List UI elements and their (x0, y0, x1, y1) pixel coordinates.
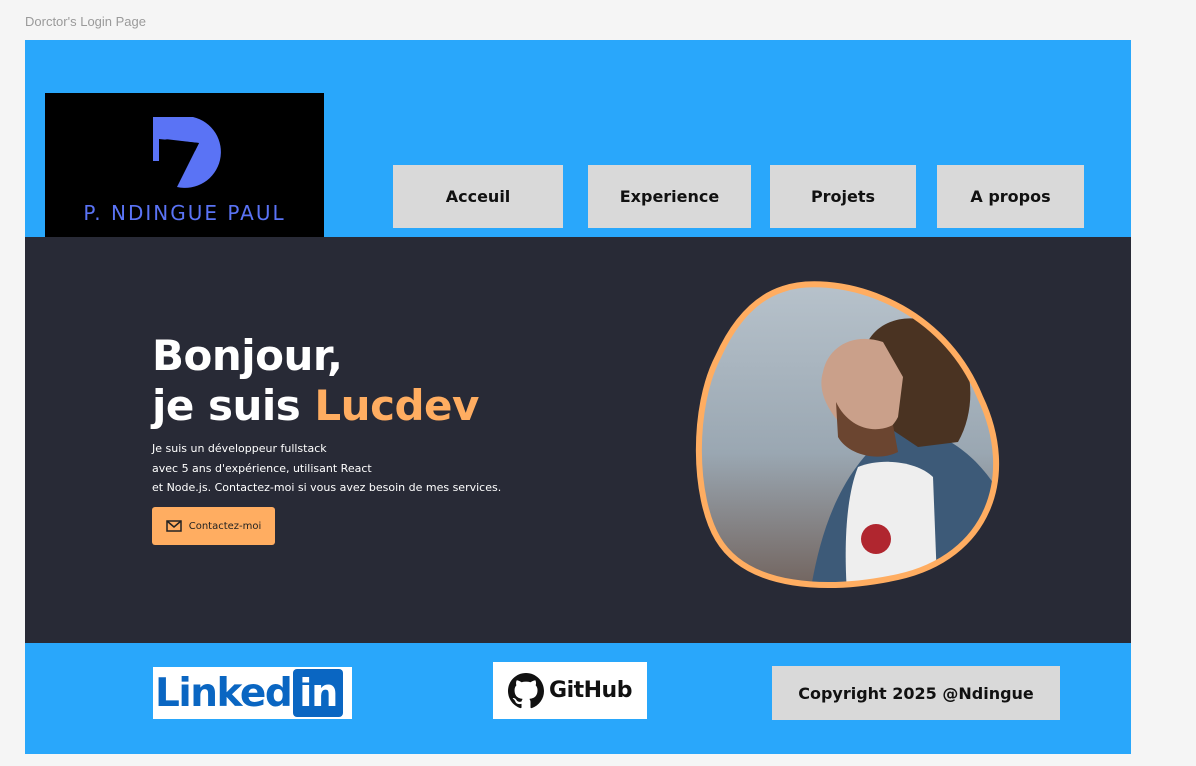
github-logo-text: GitHub (549, 678, 632, 703)
github-link[interactable]: GitHub (493, 662, 647, 719)
page-frame: P. NDINGUE PAUL Acceuil Experience Proje… (25, 40, 1131, 754)
hero-title: Bonjour, je suis Lucdev (152, 331, 479, 431)
hero-greeting: Bonjour, (152, 331, 343, 380)
nav-a-propos-button[interactable]: A propos (937, 165, 1084, 228)
github-octocat-icon (508, 672, 545, 708)
contact-button[interactable]: Contactez-moi (152, 507, 275, 545)
frame-label: Dorctor's Login Page (25, 14, 146, 29)
hero-intro-prefix: je suis (152, 381, 315, 430)
linkedin-logo-text: Linked (155, 670, 293, 716)
logo[interactable]: P. NDINGUE PAUL (45, 93, 324, 237)
hero-description: Je suis un développeur fullstack avec 5 … (152, 439, 501, 498)
envelope-icon (165, 520, 182, 532)
hero-description-line: et Node.js. Contactez-moi si vous avez b… (152, 481, 502, 494)
nav-experience-button[interactable]: Experience (588, 165, 751, 228)
header: P. NDINGUE PAUL Acceuil Experience Proje… (25, 40, 1131, 237)
hero-name: Lucdev (314, 381, 479, 430)
hero-description-line: avec 5 ans d'expérience, utilisant React (152, 461, 372, 475)
footer: Linked in GitHub Copyright 2025 @Ndingue (25, 643, 1131, 754)
nav-projets-button[interactable]: Projets (770, 165, 916, 228)
p-monogram-icon (153, 117, 221, 188)
hero-intro-line: je suis Lucdev (152, 381, 479, 431)
profile-photo (695, 281, 1000, 588)
copyright-text: Copyright 2025 @Ndingue (772, 666, 1060, 720)
linkedin-icon: in (293, 669, 344, 717)
contact-button-label: Contactez-moi (188, 520, 262, 532)
linkedin-link[interactable]: Linked in (153, 667, 352, 719)
logo-text: P. NDINGUE PAUL (83, 201, 286, 225)
hero-section: Bonjour, je suis Lucdev Je suis un dével… (25, 237, 1131, 643)
hero-description-line: Je suis un développeur fullstack (152, 442, 327, 455)
nav-acceuil-button[interactable]: Acceuil (393, 165, 563, 228)
